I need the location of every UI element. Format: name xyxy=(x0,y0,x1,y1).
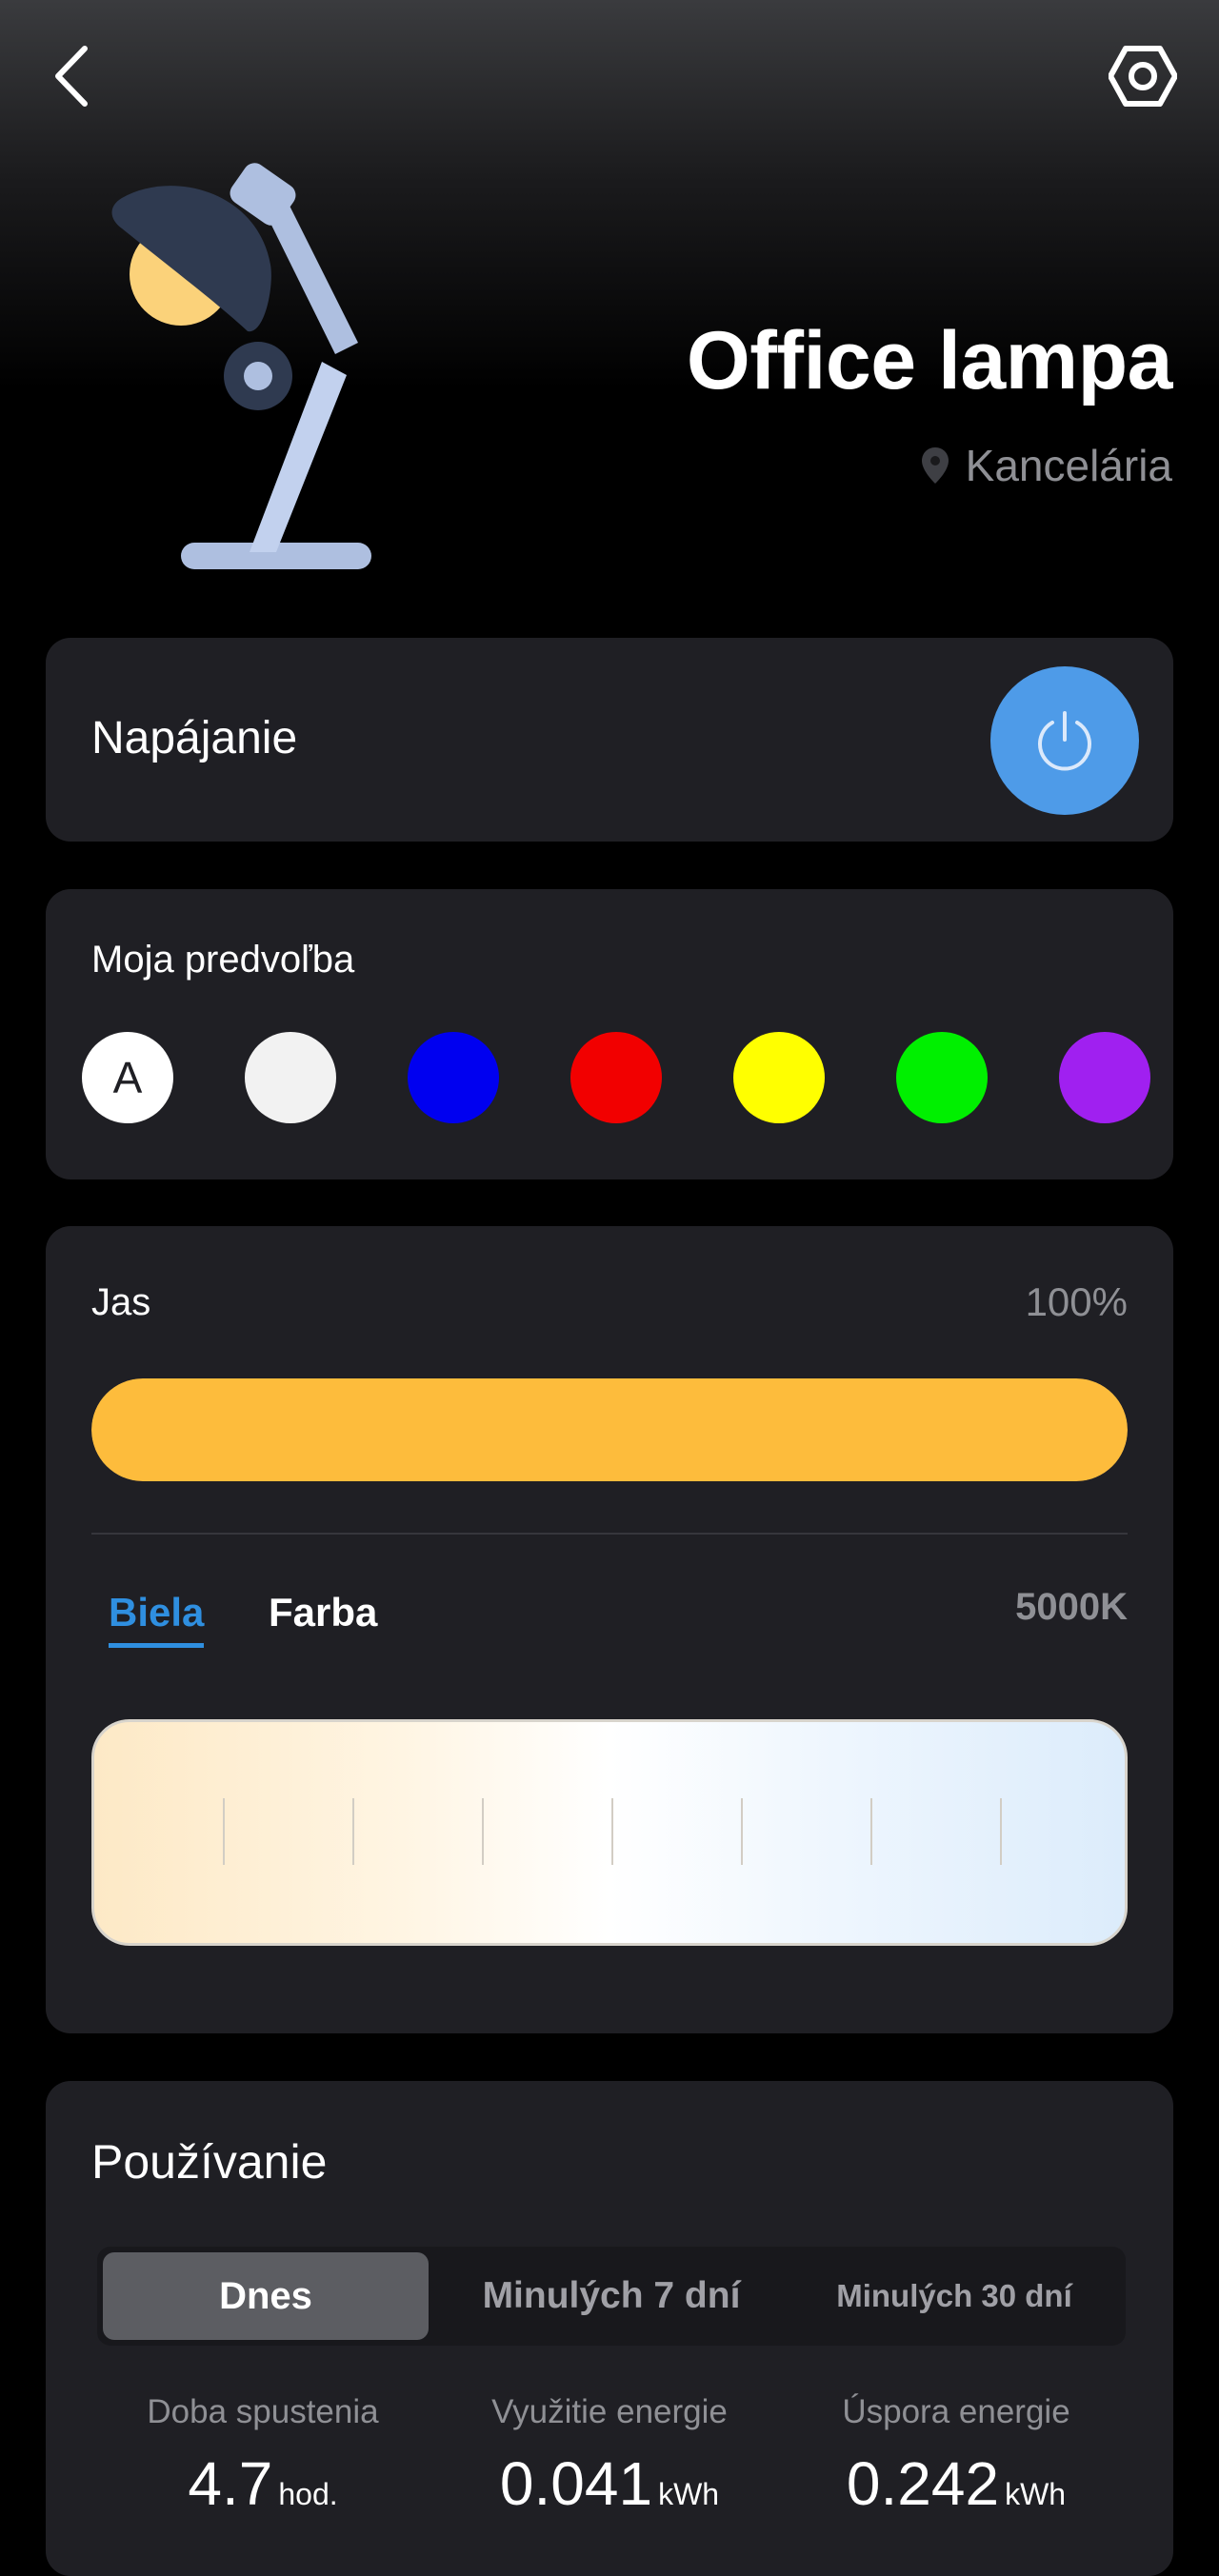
device-name: Office lampa xyxy=(686,315,1173,406)
usage-title: Používanie xyxy=(91,2135,328,2189)
stat-unit: kWh xyxy=(1005,2477,1067,2511)
brightness-slider[interactable] xyxy=(91,1378,1128,1481)
preset-swatch-blue[interactable] xyxy=(408,1032,499,1123)
tab-white[interactable]: Biela xyxy=(109,1590,205,1648)
stat-value: 4.7 hod. xyxy=(91,2448,434,2519)
divider xyxy=(91,1533,1128,1535)
temperature-tick xyxy=(482,1798,484,1865)
preset-swatches: A xyxy=(82,1032,1173,1127)
stat-energy-use: Využitie energie 0.041 kWh xyxy=(438,2393,781,2519)
color-temperature-slider[interactable] xyxy=(91,1719,1128,1946)
settings-button[interactable] xyxy=(1105,38,1181,114)
temperature-tick xyxy=(1000,1798,1002,1865)
stat-value: 0.041 kWh xyxy=(438,2448,781,2519)
color-temperature-value: 5000K xyxy=(1015,1586,1128,1628)
desk-lamp-icon xyxy=(111,163,371,569)
stat-number: 0.242 xyxy=(846,2449,1000,2518)
temperature-tick xyxy=(741,1798,743,1865)
brightness-value: 100% xyxy=(1025,1279,1128,1324)
power-icon xyxy=(1038,711,1091,771)
light-control-card: Jas 100% Biela Farba 5000K xyxy=(46,1226,1173,2033)
usage-card: Používanie Dnes Minulých 7 dní Minulých … xyxy=(46,2081,1173,2576)
stat-number: 4.7 xyxy=(188,2449,273,2518)
preset-swatch-green[interactable] xyxy=(896,1032,988,1123)
stat-runtime: Doba spustenia 4.7 hod. xyxy=(91,2393,434,2519)
stat-number: 0.041 xyxy=(499,2449,653,2518)
device-room: Kancelária xyxy=(920,440,1172,491)
period-selector: Dnes Minulých 7 dní Minulých 30 dní xyxy=(97,2247,1126,2346)
location-pin-icon xyxy=(921,447,949,484)
settings-hexagon-icon xyxy=(1109,46,1177,107)
temperature-tick xyxy=(352,1798,354,1865)
room-label: Kancelária xyxy=(965,441,1172,490)
period-today[interactable]: Dnes xyxy=(103,2252,429,2340)
preset-swatch-auto[interactable]: A xyxy=(82,1032,173,1123)
stat-value: 0.242 kWh xyxy=(785,2448,1128,2519)
preset-swatch-white[interactable] xyxy=(245,1032,336,1123)
auto-preset-label: A xyxy=(112,1053,143,1102)
stat-label: Doba spustenia xyxy=(147,2393,379,2430)
preset-swatch-yellow[interactable] xyxy=(733,1032,825,1123)
period-30-days[interactable]: Minulých 30 dní xyxy=(789,2252,1120,2340)
period-7-days[interactable]: Minulých 7 dní xyxy=(442,2252,781,2340)
stat-unit: hod. xyxy=(278,2477,338,2511)
power-button[interactable] xyxy=(990,666,1139,815)
temperature-tick xyxy=(870,1798,872,1865)
temperature-tick xyxy=(611,1798,613,1865)
brightness-label: Jas xyxy=(91,1281,151,1323)
preset-swatch-purple[interactable] xyxy=(1059,1032,1150,1123)
power-card: Napájanie xyxy=(46,638,1173,842)
stat-label: Využitie energie xyxy=(491,2393,728,2430)
chevron-left-icon xyxy=(55,46,88,107)
stat-energy-saved: Úspora energie 0.242 kWh xyxy=(785,2393,1128,2519)
power-label: Napájanie xyxy=(91,713,298,763)
stat-label: Úspora energie xyxy=(842,2393,1070,2430)
preset-label: Moja predvoľba xyxy=(91,939,355,981)
device-header: Office lampa Kancelária xyxy=(0,0,1219,628)
preset-card: Moja predvoľba A xyxy=(46,889,1173,1179)
back-button[interactable] xyxy=(38,33,105,119)
stat-unit: kWh xyxy=(658,2477,720,2511)
preset-swatch-red[interactable] xyxy=(570,1032,662,1123)
brightness-fill xyxy=(91,1378,1128,1481)
tab-color[interactable]: Farba xyxy=(269,1590,377,1643)
temperature-tick xyxy=(223,1798,225,1865)
